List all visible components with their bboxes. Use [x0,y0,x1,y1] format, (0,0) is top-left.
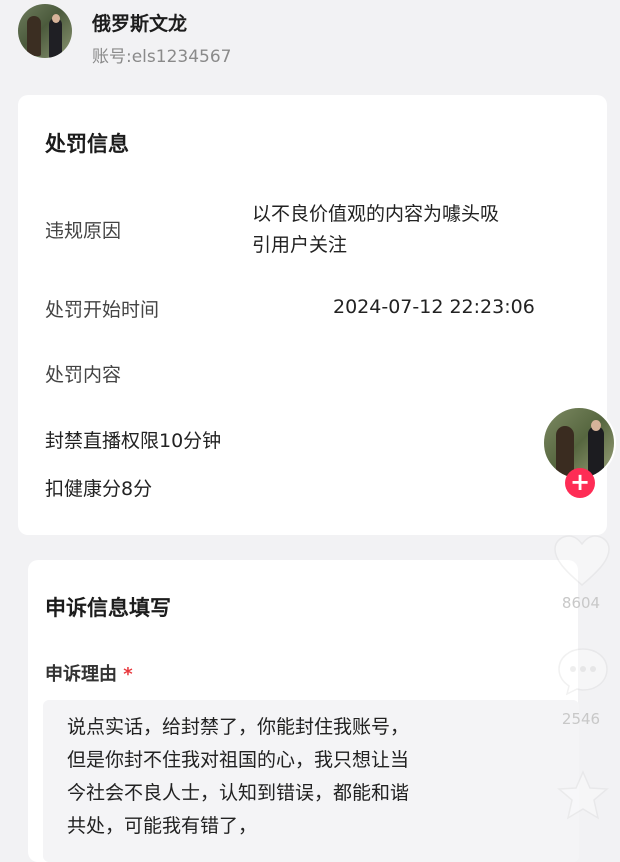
content-label: 处罚内容 [45,364,122,386]
account-id: 账号:els1234567 [92,47,232,67]
reason-value-line1: 以不良价值观的内容为噱头吸 [252,203,500,225]
profile-header: 俄罗斯文龙 账号:els1234567 [0,0,620,80]
start-time-value: 2024-07-12 22:23:06 [333,296,535,318]
follow-plus-icon[interactable]: + [565,468,595,498]
appeal-text-line3: 今社会不良人士，认知到错误，都能和谐 [67,782,410,804]
comment-icon[interactable] [556,646,610,696]
reason-value-line2: 引用户关注 [252,234,348,256]
comment-count: 2546 [561,710,601,728]
appeal-reason-textarea[interactable]: 说点实话，给封禁了，你能封住我账号， 但是你封不住我对祖国的心，我只想让当 今社… [43,700,579,862]
appeal-text-line2: 但是你封不住我对祖国的心，我只想让当 [67,749,410,771]
start-time-label: 处罚开始时间 [45,299,160,321]
penalty-title: 处罚信息 [45,132,129,156]
profile-name: 俄罗斯文龙 [92,13,188,35]
heart-icon[interactable] [553,535,611,587]
content-item-health-score: 扣健康分8分 [45,478,153,500]
appeal-reason-label: 申诉理由 * [45,664,133,685]
appeal-title: 申诉信息填写 [45,596,171,620]
required-mark: * [123,664,133,685]
appeal-text-line1: 说点实话，给封禁了，你能封住我账号， [67,716,410,738]
like-count: 8604 [561,594,601,612]
appeal-text-line4: 共处，可能我有错了， [67,815,258,837]
content-item-live-ban: 封禁直播权限10分钟 [45,430,222,452]
profile-avatar[interactable] [18,4,72,58]
star-icon[interactable] [556,770,610,822]
reason-label: 违规原因 [45,220,122,242]
